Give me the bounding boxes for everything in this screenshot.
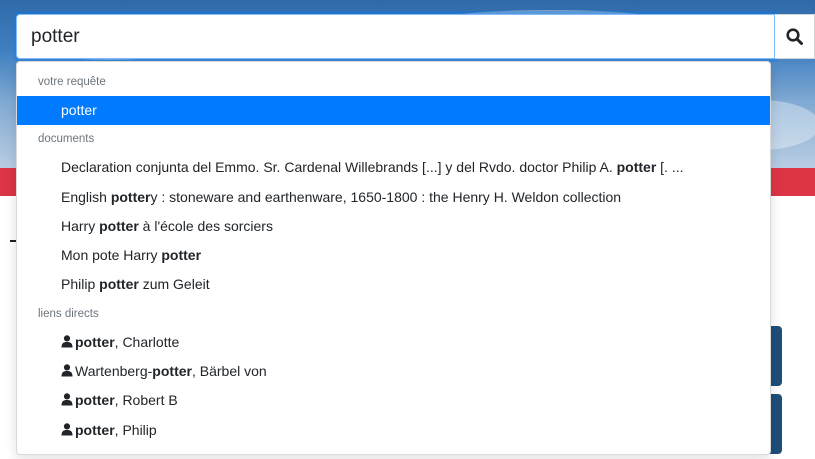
suggestion-document[interactable]: Mon pote Harry potter [17,241,770,270]
search-icon [786,28,804,45]
suggestion-text-after: , Robert B [114,392,178,409]
background-card[interactable] [770,394,782,454]
suggestion-match: potter [152,363,192,380]
suggestion-link-person[interactable]: potter, Philip [17,416,770,445]
user-icon [61,422,73,436]
suggestion-text-before: English [61,188,111,205]
search-button[interactable] [775,14,815,59]
suggestion-match: potter [110,188,151,205]
suggestion-text-before: Mon pote Harry [61,247,162,264]
suggestion-match: potter [99,276,139,293]
suggestion-document[interactable]: English pottery : stoneware and earthenw… [17,183,770,212]
user-icon [61,335,73,348]
suggestion-text-after: zum Geleit [138,276,210,293]
suggestion-document[interactable]: Declaration conjunta del Emmo. Sr. Carde… [17,153,770,182]
section-header-query: votre requête [38,76,106,88]
suggestion-document[interactable]: Harry potter à l'école des sorciers [17,212,770,241]
background-card[interactable] [770,326,782,386]
suggestion-text-after: [. ... [656,159,684,176]
suggestion-match: potter [616,159,657,176]
suggestion-match: potter [75,333,115,350]
search-input[interactable] [16,14,776,59]
suggestion-link-person[interactable]: potter, Robert B [17,386,770,415]
section-header-documents: documents [38,133,95,146]
section-header-links: liens directs [38,307,99,320]
suggestion-match: potter [75,392,115,409]
suggestion-text-before: Declaration conjunta del Emmo. Sr. Carde… [61,159,617,176]
suggestion-query[interactable]: potter [17,96,770,126]
suggestion-text-after: , Bärbel von [191,363,267,380]
links-list: potter, Charlotte Wartenberg-potter, Bärb… [17,328,770,445]
suggestion-link-person[interactable]: potter, Charlotte [17,328,770,357]
suggestion-match: potter [75,421,115,438]
suggestion-text-before: Philip [61,276,100,293]
suggestion-match: potter [99,217,139,234]
user-icon [61,393,73,406]
documents-list: Declaration conjunta del Emmo. Sr. Carde… [17,153,770,299]
search-bar [16,14,815,59]
autocomplete-dropdown: votre requête potter documents Declarati… [16,61,771,455]
suggestion-text-before: Harry [61,217,100,234]
suggestion-text-after: à l'école des sorciers [138,217,273,234]
suggestion-document[interactable]: Philip potter zum Geleit [17,270,770,299]
suggestion-text-after: , Charlotte [114,333,180,350]
suggestion-link-person[interactable]: Wartenberg-potter, Bärbel von [17,357,770,386]
user-icon [61,364,73,377]
suggestion-text-before: Wartenberg- [75,363,153,380]
suggestion-text-after: , Philip [114,421,157,438]
suggestion-match: potter [161,247,202,264]
suggestion-text-after: y : stoneware and earthenware, 1650-1800… [150,188,622,205]
